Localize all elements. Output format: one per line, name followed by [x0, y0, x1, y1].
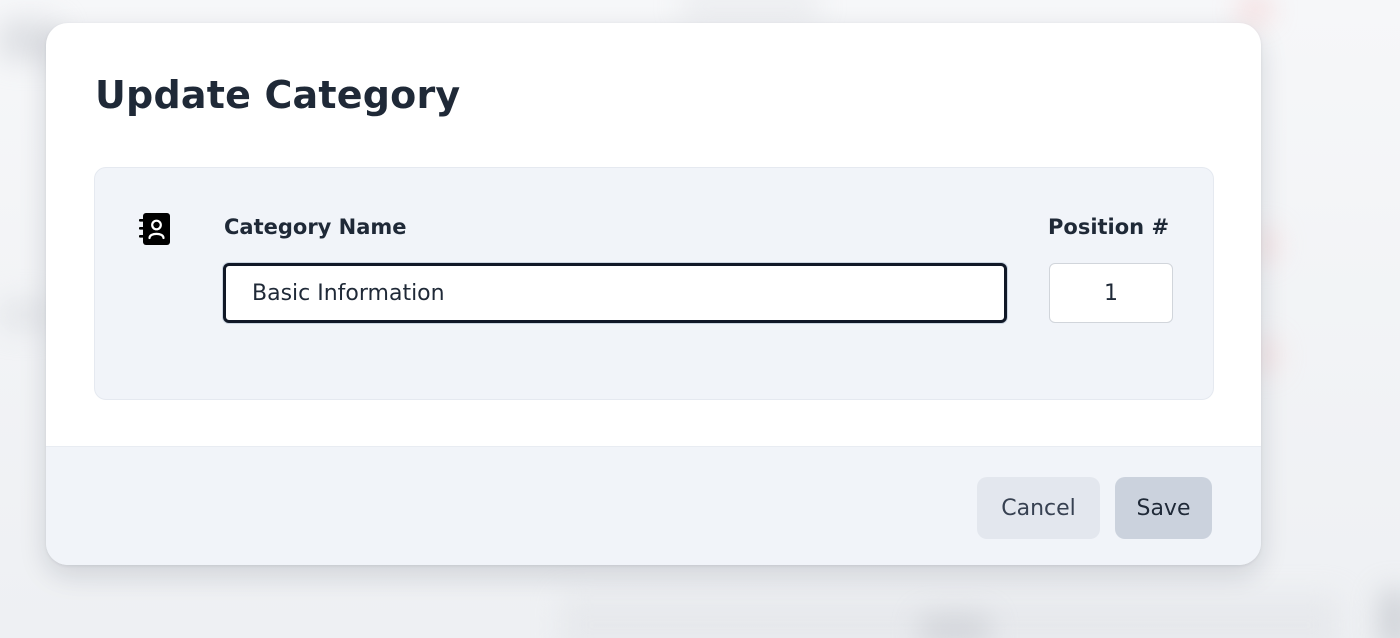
backdrop-shape: [680, 0, 820, 14]
dialog-title: Update Category: [95, 73, 461, 117]
backdrop-shape: [0, 300, 50, 330]
category-form-panel: Category Name Position #: [94, 167, 1214, 400]
category-name-label: Category Name: [224, 215, 407, 239]
position-input[interactable]: [1049, 263, 1173, 323]
cancel-button[interactable]: Cancel: [977, 477, 1100, 539]
category-name-input[interactable]: [223, 263, 1007, 323]
position-label: Position #: [1048, 215, 1170, 239]
save-button[interactable]: Save: [1115, 477, 1212, 539]
update-category-dialog: Update Category Category Name Position #…: [46, 23, 1261, 565]
backdrop-shape: [1240, 0, 1270, 20]
backdrop-shape: [1380, 590, 1400, 638]
contact-book-icon: [137, 210, 173, 246]
dialog-footer: Cancel Save: [46, 446, 1261, 565]
backdrop-shape: [920, 615, 990, 638]
